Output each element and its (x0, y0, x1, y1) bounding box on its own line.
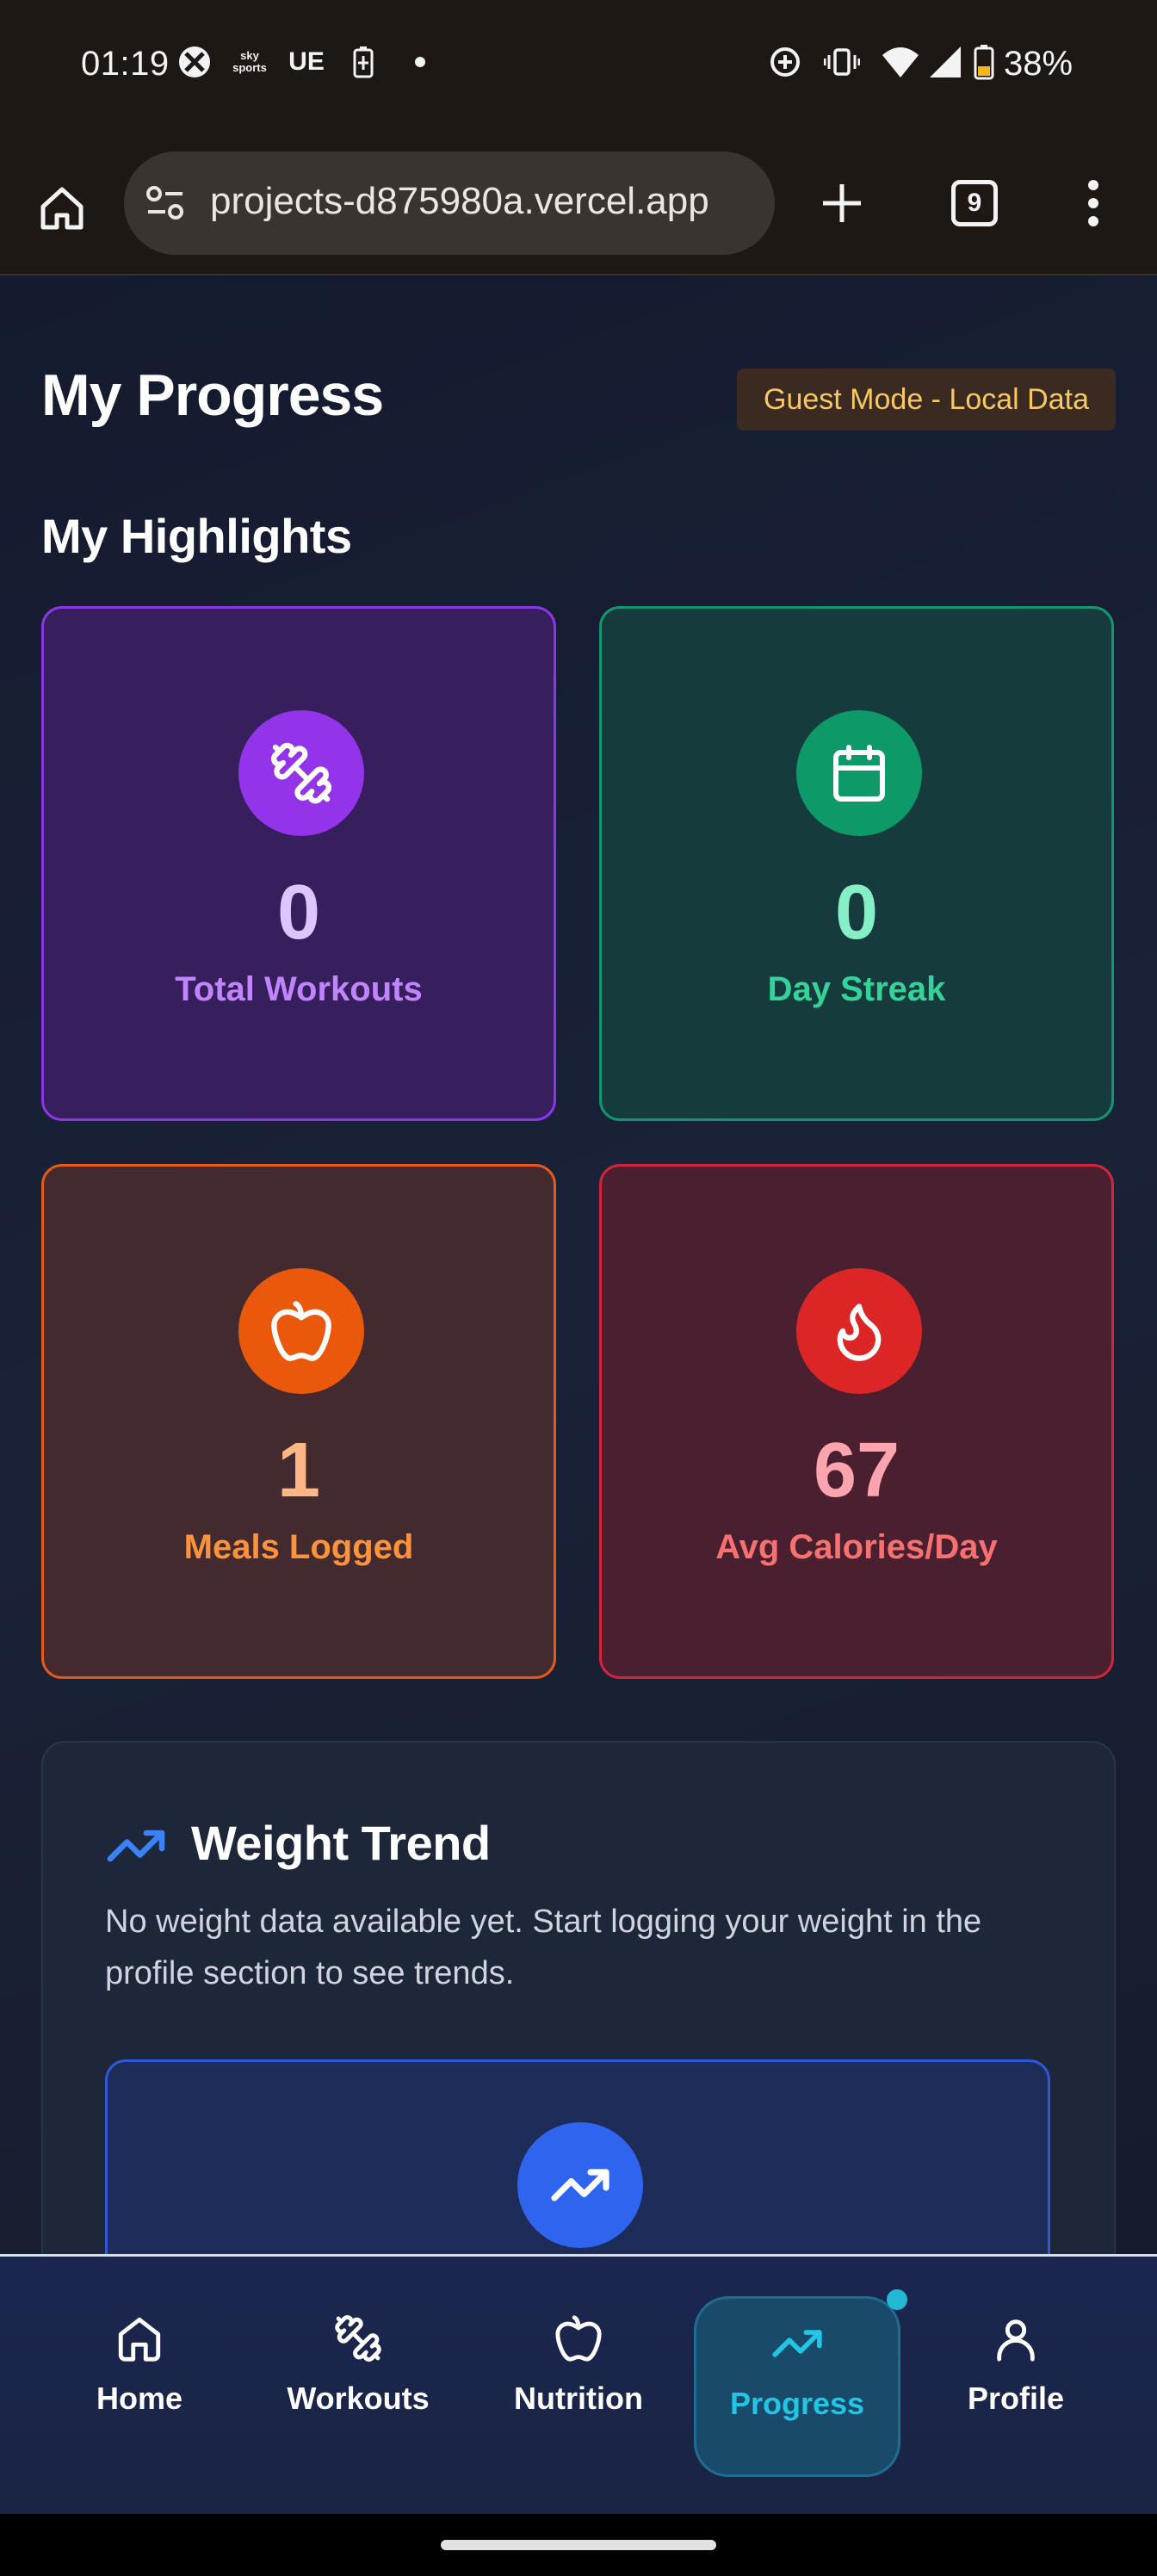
nav-progress[interactable]: Progress (711, 2313, 883, 2451)
highlights-title: My Highlights (41, 509, 352, 563)
vibrate-icon (823, 43, 861, 81)
total-workouts-card: 0 Total Workouts (41, 606, 556, 1121)
nav-workouts[interactable]: Workouts (272, 2308, 444, 2446)
nav-workouts-label: Workouts (287, 2381, 430, 2416)
gesture-navigation-bar (0, 2514, 1157, 2576)
new-tab-button[interactable] (807, 169, 876, 238)
nav-profile-label: Profile (967, 2381, 1065, 2416)
tab-count: 9 (951, 180, 998, 226)
trending-up-icon (105, 1820, 167, 1876)
nav-profile[interactable]: Profile (930, 2308, 1102, 2446)
xbox-icon (176, 43, 213, 81)
total-workouts-value: 0 (276, 870, 321, 956)
guest-mode-badge: Guest Mode - Local Data (737, 368, 1116, 430)
signal-icon (926, 43, 964, 81)
nav-nutrition-label: Nutrition (514, 2381, 643, 2416)
more-vert-icon (1088, 180, 1098, 226)
battery-saver-icon (348, 43, 379, 81)
data-saver-icon (766, 43, 804, 81)
weight-trend-card: Weight Trend No weight data available ye… (41, 1741, 1116, 2404)
dumbbell-icon (271, 742, 331, 804)
nav-home[interactable]: Home (53, 2308, 226, 2446)
progress-page: My Progress Guest Mode - Local Data My H… (0, 277, 1157, 2404)
apple-icon (555, 2315, 602, 2362)
home-icon (118, 2317, 161, 2362)
battery-icon (969, 43, 999, 81)
menu-button[interactable] (1059, 169, 1128, 238)
avg-calories-card: 67 Avg Calories/Day (599, 1164, 1114, 1679)
tab-switcher-button[interactable]: 9 (940, 169, 1009, 238)
bottom-navigation: Home Workouts Nutrition Progress Profile (0, 2254, 1157, 2514)
trending-up-icon (551, 2169, 609, 2201)
plus-icon (823, 184, 861, 222)
status-time: 01:19 (81, 45, 170, 83)
total-workouts-label: Total Workouts (175, 970, 423, 1008)
meals-logged-value: 1 (276, 1427, 321, 1514)
apple-icon (271, 1301, 331, 1361)
avg-calories-label: Avg Calories/Day (715, 1528, 998, 1566)
weight-trend-description: No weight data available yet. Start logg… (105, 1904, 982, 1991)
weight-trend-title: Weight Trend (191, 1816, 491, 1870)
battery-percent: 38% (1004, 45, 1073, 83)
active-indicator-dot (887, 2289, 907, 2310)
day-streak-card: 0 Day Streak (599, 606, 1114, 1121)
browser-toolbar: projects-d875980a.vercel.app 9 (0, 138, 1157, 276)
home-icon (40, 187, 84, 230)
nav-home-label: Home (96, 2381, 183, 2416)
avg-calories-value: 67 (813, 1427, 900, 1514)
user-icon (997, 2319, 1035, 2362)
meals-logged-label: Meals Logged (183, 1528, 414, 1566)
trending-up-icon (772, 2330, 822, 2357)
nav-progress-label: Progress (729, 2386, 865, 2421)
calendar-icon (833, 745, 885, 802)
day-streak-value: 0 (834, 870, 879, 956)
home-button[interactable] (26, 172, 98, 245)
wifi-icon (880, 43, 921, 81)
meals-logged-card: 1 Meals Logged (41, 1164, 556, 1679)
page-title: My Progress (41, 362, 384, 428)
carrier-label: UE (288, 47, 325, 76)
dumbbell-icon (335, 2315, 381, 2362)
sky-sports-icon: sky sports (232, 49, 267, 74)
notification-dot-icon (410, 43, 430, 81)
address-bar[interactable]: projects-d875980a.vercel.app (124, 152, 775, 255)
gesture-handle[interactable] (441, 2540, 716, 2550)
status-bar: 01:19 sky sports UE 38% (0, 0, 1157, 138)
url-text[interactable]: projects-d875980a.vercel.app (210, 180, 761, 223)
day-streak-label: Day Streak (767, 970, 946, 1008)
site-settings-icon[interactable] (143, 181, 188, 226)
nav-nutrition[interactable]: Nutrition (492, 2308, 665, 2446)
flame-icon (837, 1303, 882, 1361)
